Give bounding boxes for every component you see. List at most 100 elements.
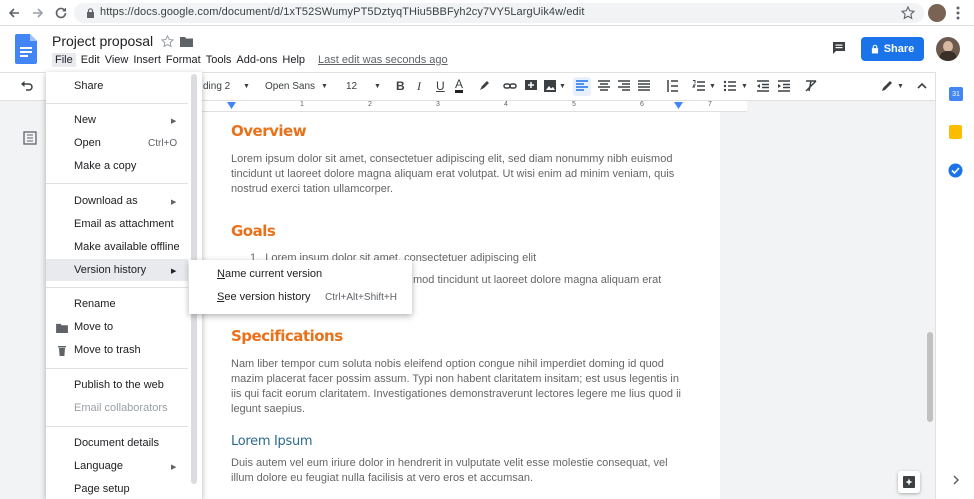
browser-toolbar: https://docs.google.com/document/d/1xT52… <box>0 0 974 26</box>
clear-formatting-icon[interactable] <box>804 79 818 93</box>
menu-help[interactable]: Help <box>282 54 305 66</box>
star-icon[interactable] <box>161 35 174 48</box>
menu-item-share[interactable]: Share <box>74 80 103 92</box>
folder-icon[interactable] <box>180 36 193 47</box>
menu-item-rename[interactable]: Rename <box>74 298 116 310</box>
expand-panel-icon[interactable] <box>952 475 960 485</box>
align-center-icon[interactable] <box>597 79 611 93</box>
bulleted-list-icon[interactable] <box>723 79 737 93</box>
calendar-icon[interactable]: 31 <box>949 87 963 101</box>
submenu-arrow-icon: ▶ <box>171 268 177 275</box>
submenu-item-see-history[interactable]: See version history <box>217 291 311 303</box>
overview-heading: Overview <box>231 122 307 140</box>
menu-item-document-details[interactable]: Document details <box>74 437 159 449</box>
menu-divider <box>46 183 188 184</box>
font-dropdown[interactable]: Open Sans <box>265 81 315 92</box>
ruler-mark: 3 <box>436 101 440 108</box>
menu-item-language[interactable]: Language <box>74 460 123 472</box>
right-indent-marker-icon[interactable] <box>674 102 683 110</box>
numbered-list-icon[interactable] <box>692 79 706 93</box>
menu-file[interactable]: File <box>52 53 76 67</box>
underline-icon[interactable]: U <box>436 79 445 93</box>
docs-logo-icon[interactable] <box>15 34 37 64</box>
explore-button[interactable] <box>898 471 920 493</box>
menu-format[interactable]: Format <box>166 54 201 66</box>
menu-item-new[interactable]: New <box>74 114 96 126</box>
forward-arrow-icon[interactable] <box>30 5 46 21</box>
align-right-icon[interactable] <box>617 79 631 93</box>
menu-edit[interactable]: Edit <box>81 54 100 66</box>
ruler[interactable]: 1 2 3 4 5 6 7 <box>202 101 747 112</box>
menu-view[interactable]: View <box>105 54 129 66</box>
link-icon[interactable] <box>503 79 517 93</box>
reload-icon[interactable] <box>53 5 69 21</box>
lock-icon <box>871 44 878 54</box>
chevron-down-icon: ▼ <box>243 83 250 90</box>
indent-marker-icon[interactable] <box>227 102 236 110</box>
highlight-icon[interactable] <box>477 79 491 93</box>
document-scrollbar[interactable] <box>927 332 933 422</box>
menu-item-publish[interactable]: Publish to the web <box>74 379 164 391</box>
account-avatar[interactable] <box>936 37 960 61</box>
goals-list-item-2: mod tincidunt ut laoreet dolore magna al… <box>413 274 662 286</box>
editing-mode-icon[interactable] <box>880 79 894 93</box>
chevron-down-icon: ▼ <box>897 83 904 90</box>
document-title[interactable]: Project proposal <box>52 33 153 49</box>
see-history-shortcut: Ctrl+Alt+Shift+H <box>325 292 397 303</box>
menu-item-move-to[interactable]: Move to <box>74 321 113 333</box>
menu-item-make-copy[interactable]: Make a copy <box>74 160 136 172</box>
undo-icon[interactable] <box>20 79 34 93</box>
bold-icon[interactable]: B <box>396 79 405 93</box>
menu-insert[interactable]: Insert <box>133 54 161 66</box>
document-outline-icon[interactable] <box>23 131 37 145</box>
share-label: Share <box>883 43 915 55</box>
style-dropdown[interactable]: ding 2 <box>203 81 230 92</box>
chevron-down-icon: ▼ <box>374 83 381 90</box>
ruler-mark: 2 <box>368 101 372 108</box>
menu-item-open[interactable]: Open <box>74 137 101 149</box>
chevron-down-icon: ▼ <box>741 83 748 90</box>
specifications-heading: Specifications <box>231 327 343 345</box>
submenu-arrow-icon: ▶ <box>171 118 177 125</box>
add-comment-icon[interactable] <box>524 79 538 93</box>
menu-item-page-setup[interactable]: Page setup <box>74 483 130 495</box>
chevron-down-icon: ▼ <box>321 83 328 90</box>
menu-item-make-offline[interactable]: Make available offline <box>74 241 180 253</box>
back-arrow-icon[interactable] <box>6 5 22 21</box>
submenu-item-name-version[interactable]: Name current version <box>217 268 322 280</box>
chevron-down-icon: ▼ <box>709 83 716 90</box>
submenu-arrow-icon: ▶ <box>171 464 177 471</box>
italic-icon[interactable]: I <box>417 79 421 94</box>
open-shortcut: Ctrl+O <box>148 138 178 149</box>
menu-addons[interactable]: Add-ons <box>236 54 277 66</box>
comments-icon[interactable] <box>832 41 846 55</box>
bookmark-star-icon[interactable] <box>901 6 915 20</box>
overview-paragraph: Lorem ipsum dolor sit amet, consectetuer… <box>231 153 675 195</box>
profile-avatar[interactable] <box>928 4 946 22</box>
tasks-icon[interactable] <box>948 163 963 178</box>
ruler-mark: 7 <box>708 101 712 108</box>
last-edit-link[interactable]: Last edit was seconds ago <box>318 54 448 66</box>
file-menu: Share New ▶ Open Ctrl+O Make a copy Down… <box>46 72 202 499</box>
browser-menu-icon[interactable] <box>956 6 960 20</box>
text-color-icon[interactable]: A <box>455 78 464 93</box>
line-spacing-icon[interactable] <box>665 79 679 93</box>
menu-item-download-as[interactable]: Download as <box>74 195 138 207</box>
folder-icon <box>56 323 68 333</box>
lorem-ipsum-paragraph: Duis autem vel eum iriure dolor in hendr… <box>231 457 668 484</box>
increase-indent-icon[interactable] <box>777 79 791 93</box>
font-size-dropdown[interactable]: 12 <box>346 81 357 92</box>
insert-image-icon[interactable] <box>543 79 557 93</box>
menu-item-email-attachment[interactable]: Email as attachment <box>74 218 174 230</box>
share-button[interactable]: Share <box>861 37 924 61</box>
collapse-toolbar-icon[interactable] <box>915 79 929 93</box>
menu-item-version-history[interactable]: Version history <box>74 264 146 276</box>
version-history-submenu: Name current version See version history… <box>189 260 412 314</box>
align-left-icon <box>576 80 588 91</box>
decrease-indent-icon[interactable] <box>756 79 770 93</box>
lock-icon <box>87 8 94 18</box>
menu-tools[interactable]: Tools <box>206 54 232 66</box>
justify-icon[interactable] <box>637 79 651 93</box>
menu-item-move-trash[interactable]: Move to trash <box>74 344 141 356</box>
keep-icon[interactable] <box>949 125 962 139</box>
